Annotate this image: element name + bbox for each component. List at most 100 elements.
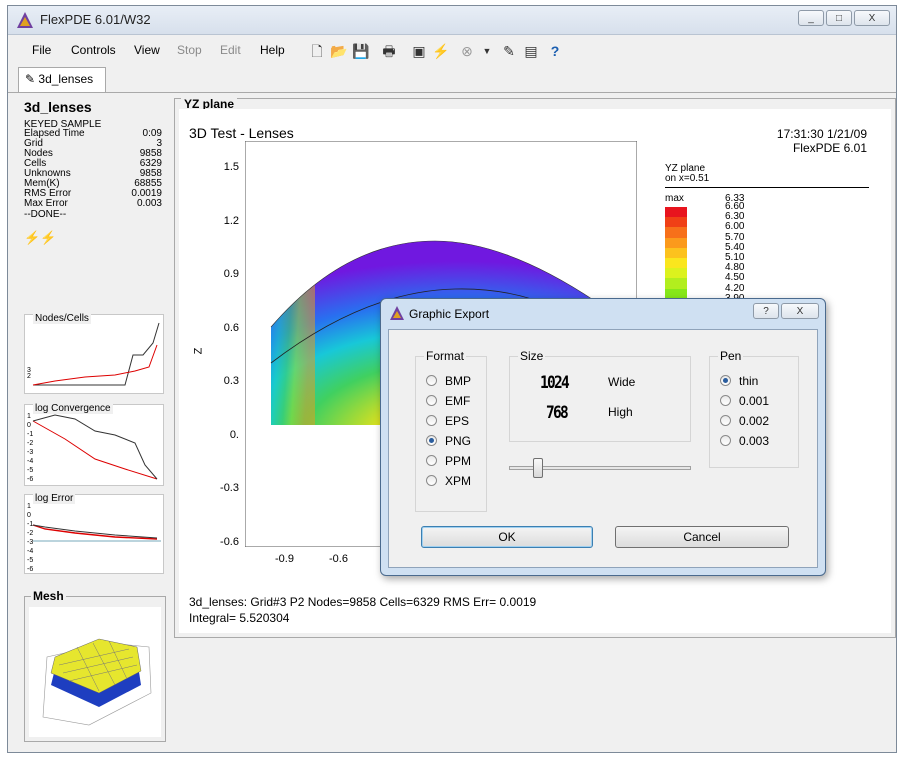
format-label: Format [424, 349, 467, 363]
menu-help[interactable]: Help [260, 43, 285, 57]
status-panel: 3d_lenses KEYED SAMPLE Elapsed Time 0:09 G… [18, 94, 168, 744]
pen-radio-0[interactable]: thin [720, 373, 758, 389]
menu-edit[interactable]: Edit [220, 43, 241, 57]
format-option-label: EPS [445, 414, 470, 428]
radio-circle-icon [426, 435, 437, 447]
mesh-label: Mesh [31, 589, 66, 603]
legend-swatch [665, 268, 687, 279]
height-value[interactable]: 768 [546, 403, 569, 423]
z-tick: 0. [229, 428, 239, 441]
run-icon[interactable]: ⚡ [432, 42, 450, 60]
stat-row: Max Error 0.003 [24, 199, 162, 209]
format-option-label: PPM [445, 454, 472, 468]
size-label: Size [518, 349, 546, 363]
width-label: Wide [608, 375, 636, 389]
dialog-title: Graphic Export [409, 307, 490, 321]
legend-swatch [665, 278, 687, 289]
flexpde-logo-icon [390, 306, 404, 320]
legend-max-label: max [665, 193, 684, 204]
format-option-label: XPM [445, 474, 472, 488]
window-icon[interactable]: ▤ [522, 42, 540, 60]
radio-circle-icon [426, 415, 437, 427]
width-value[interactable]: 1024 [540, 373, 570, 393]
tab-label: 3d_lenses [38, 72, 94, 86]
format-radio-xpm[interactable]: XPM [426, 473, 471, 489]
radio-circle-icon [720, 415, 731, 427]
minimize-button[interactable]: _ [798, 10, 824, 26]
radio-circle-icon [426, 395, 437, 407]
mesh-plot [29, 607, 161, 737]
format-option-label: BMP [445, 374, 472, 388]
dialog-body: Format BMP EMF EPS PNG PPM XPM Size 1024 Wide… [388, 329, 818, 568]
menu-view[interactable]: View [134, 43, 160, 57]
graphic-export-dialog: Graphic Export ? X Format BMP EMF EPS PNG PP… [380, 298, 826, 576]
problem-title: 3d_lenses [24, 99, 92, 115]
height-label: High [608, 405, 633, 419]
format-radio-eps[interactable]: EPS [426, 413, 469, 429]
flexpde-logo-icon [17, 12, 33, 28]
nodes-cells-chart: Nodes/Cells 3 2 [24, 313, 164, 394]
radio-circle-icon [426, 455, 437, 467]
new-icon[interactable]: 🗋 [308, 42, 326, 60]
error-plot [32, 524, 161, 542]
cancel-button[interactable]: Cancel [615, 526, 789, 548]
format-group: Format BMP EMF EPS PNG PPM XPM [415, 349, 487, 512]
stop-icon[interactable]: ⊗ [458, 42, 476, 60]
tab-3d-lenses[interactable]: ✎ 3d_lenses [18, 67, 106, 92]
title-bar[interactable]: FlexPDE 6.01/W32 _ □ X [8, 6, 896, 35]
pen-group: Pen thin 0.001 0.002 0.003 [709, 349, 799, 468]
pen-option-label: 0.003 [739, 434, 770, 448]
stat-label: Max Error [24, 198, 68, 209]
dialog-close-button[interactable]: X [781, 303, 819, 319]
pen-option-label: thin [739, 374, 759, 388]
mesh-panel: Mesh [24, 589, 166, 742]
format-option-label: EMF [445, 394, 471, 408]
help-icon[interactable]: ? [546, 42, 564, 60]
size-slider-thumb[interactable] [533, 458, 544, 478]
legend-swatch [665, 247, 687, 258]
legend-divider [665, 187, 869, 188]
nodes-cells-plot [32, 322, 160, 386]
z-tick: 0.6 [223, 321, 239, 334]
format-radio-bmp[interactable]: BMP [426, 373, 471, 389]
z-tick: -0.6 [220, 535, 239, 548]
print-icon[interactable]: 🖶 [380, 42, 398, 60]
radio-circle-icon [720, 395, 731, 407]
x-tick: -0.6 [329, 553, 348, 565]
dropdown-icon[interactable]: ▼ [478, 42, 496, 60]
save-icon[interactable]: 💾 [352, 42, 370, 60]
stat-value: 0.003 [136, 198, 162, 209]
format-radio-ppm[interactable]: PPM [426, 453, 471, 469]
menu-bar: File Controls View Stop Edit Help 🗋 📂 💾 … [8, 39, 896, 63]
box-icon[interactable]: ▣ [410, 42, 428, 60]
plot-timestamp: 17:31:30 1/21/09 [776, 127, 867, 141]
format-radio-emf[interactable]: EMF [426, 393, 470, 409]
z-tick: 1.5 [223, 161, 239, 173]
pen-radio-3[interactable]: 0.003 [720, 433, 769, 449]
pen-radio-1[interactable]: 0.001 [720, 393, 769, 409]
z-tick: 0.3 [223, 375, 239, 387]
format-radio-png[interactable]: PNG [426, 433, 471, 449]
format-option-label: PNG [445, 434, 472, 448]
pen-radio-2[interactable]: 0.002 [720, 413, 769, 429]
log-convergence-chart: log Convergence 1 0 -1 -2 -3 -4 -5 -6 [24, 403, 164, 486]
z-tick: 0.9 [223, 268, 239, 280]
menu-controls[interactable]: Controls [71, 43, 116, 57]
close-button[interactable]: X [854, 10, 890, 26]
open-icon[interactable]: 📂 [330, 42, 348, 60]
dialog-help-button[interactable]: ? [753, 303, 779, 319]
radio-circle-icon [426, 475, 437, 487]
legend-swatch [665, 237, 687, 248]
edit-icon[interactable]: ✎ [500, 42, 518, 60]
menu-stop[interactable]: Stop [177, 43, 202, 57]
lightning-icon: ⚡⚡ [24, 230, 57, 245]
menu-file[interactable]: File [32, 43, 51, 57]
tab-strip: ✎ 3d_lenses [8, 66, 896, 93]
maximize-button[interactable]: □ [826, 10, 852, 26]
legend-swatch [665, 217, 687, 228]
radio-circle-icon [720, 435, 731, 447]
ok-button[interactable]: OK [421, 526, 593, 548]
radio-circle-icon [426, 375, 437, 387]
pen-option-label: 0.002 [739, 414, 770, 428]
pen-option-label: 0.001 [739, 394, 770, 408]
